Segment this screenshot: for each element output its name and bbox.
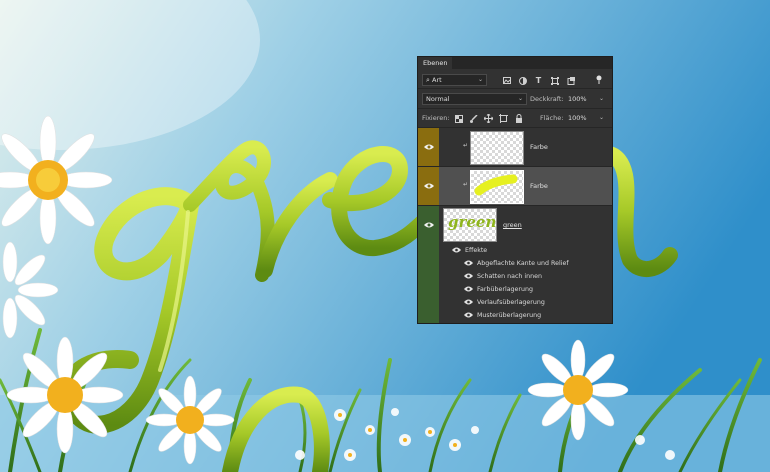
filter-type-label: Art xyxy=(432,76,442,84)
filter-row: ⌕ Art ⌄ T xyxy=(418,73,612,87)
filter-toggle-icon[interactable] xyxy=(594,75,603,84)
lock-paint-icon[interactable] xyxy=(469,114,478,123)
fill-value: 100% xyxy=(568,114,587,122)
layer-visibility-toggle[interactable] xyxy=(418,128,439,166)
effect-label: Farbüberlagerung xyxy=(477,286,533,293)
chevron-down-icon: ⌄ xyxy=(598,114,604,121)
effect-item[interactable]: Verlaufsüberlagerung xyxy=(418,296,612,309)
effect-item[interactable]: Farbüberlagerung xyxy=(418,283,612,296)
canvas-artwork xyxy=(0,0,770,472)
effect-item[interactable]: Schatten nach innen xyxy=(418,270,612,283)
lock-artboard-icon[interactable] xyxy=(499,114,508,123)
adjustment-filter-icon[interactable] xyxy=(518,76,527,85)
panel-tabbar: Ebenen xyxy=(418,57,612,69)
effect-label: Musterüberlagerung xyxy=(477,312,542,319)
effect-item[interactable]: Abgeflachte Kante und Relief xyxy=(418,257,612,270)
type-filter-icon[interactable]: T xyxy=(534,76,543,85)
eye-icon[interactable] xyxy=(464,260,473,266)
effects-label: Effekte xyxy=(465,247,488,254)
layer-visibility-toggle[interactable] xyxy=(418,167,439,205)
lock-row: Fixieren: Fläche: 100% ⌄ xyxy=(418,111,612,125)
clipping-indicator-icon: ↵ xyxy=(463,142,469,149)
fill-label: Fläche: xyxy=(540,114,564,122)
canvas-background xyxy=(0,0,770,472)
lock-all-icon[interactable] xyxy=(514,114,523,123)
divider xyxy=(418,108,612,109)
yellow-stroke-thumbnail xyxy=(474,174,518,196)
eye-icon[interactable] xyxy=(464,286,473,292)
opacity-value: 100% xyxy=(568,95,587,103)
thumbnail-text: green xyxy=(448,213,497,231)
effect-item[interactable]: Musterüberlagerung xyxy=(418,309,612,322)
effects-header[interactable]: Effekte xyxy=(418,244,612,257)
layer-thumbnail xyxy=(470,131,524,165)
clipping-indicator-icon: ↵ xyxy=(463,181,469,188)
effect-label: Verlaufsüberlagerung xyxy=(477,299,545,306)
opacity-label: Deckkraft: xyxy=(530,95,564,103)
eye-icon xyxy=(424,183,434,189)
eye-icon[interactable] xyxy=(464,273,473,279)
effect-label: Schatten nach innen xyxy=(477,273,543,280)
smartobject-filter-icon[interactable] xyxy=(566,76,575,85)
blend-row: Normal ⌄ Deckkraft: 100% ⌄ xyxy=(418,92,612,106)
layer-name[interactable]: Farbe xyxy=(530,143,548,151)
layer-name[interactable]: green xyxy=(503,221,522,229)
eye-icon[interactable] xyxy=(464,312,473,318)
blend-mode-dropdown[interactable]: Normal ⌄ xyxy=(422,93,527,105)
layer-thumbnail: green xyxy=(443,208,497,242)
divider xyxy=(418,88,612,89)
layer-row-green[interactable]: green green Effekte Abgeflachte Kante un… xyxy=(418,206,612,323)
layers-panel: Ebenen ⌕ Art ⌄ T Normal ⌄ Deckkraft: 100… xyxy=(418,57,612,323)
opacity-field[interactable]: 100% ⌄ xyxy=(564,93,608,105)
filter-type-dropdown[interactable]: ⌕ Art ⌄ xyxy=(422,74,487,86)
eye-icon[interactable] xyxy=(452,247,461,253)
lock-label: Fixieren: xyxy=(422,114,450,122)
chevron-down-icon: ⌄ xyxy=(598,95,604,102)
eye-icon[interactable] xyxy=(464,299,473,305)
lock-transparent-icon[interactable] xyxy=(454,114,463,123)
shape-filter-icon[interactable] xyxy=(550,76,559,85)
blend-mode-value: Normal xyxy=(426,95,450,103)
layer-name[interactable]: Farbe xyxy=(530,182,548,190)
search-icon: ⌕ xyxy=(426,76,430,84)
chevron-down-icon: ⌄ xyxy=(477,76,483,83)
layer-row-farbe-1[interactable]: ↵ Farbe xyxy=(418,128,612,167)
eye-icon xyxy=(424,222,434,228)
eye-icon xyxy=(424,144,434,150)
layer-thumbnail xyxy=(470,170,524,204)
tab-layers[interactable]: Ebenen xyxy=(418,57,453,69)
layer-row-farbe-2[interactable]: ↵ Farbe xyxy=(418,167,612,206)
fill-field[interactable]: 100% ⌄ xyxy=(564,112,608,124)
chevron-down-icon: ⌄ xyxy=(517,95,523,102)
lock-position-icon[interactable] xyxy=(484,114,493,123)
image-filter-icon[interactable] xyxy=(502,76,511,85)
effect-label: Abgeflachte Kante und Relief xyxy=(477,260,569,267)
